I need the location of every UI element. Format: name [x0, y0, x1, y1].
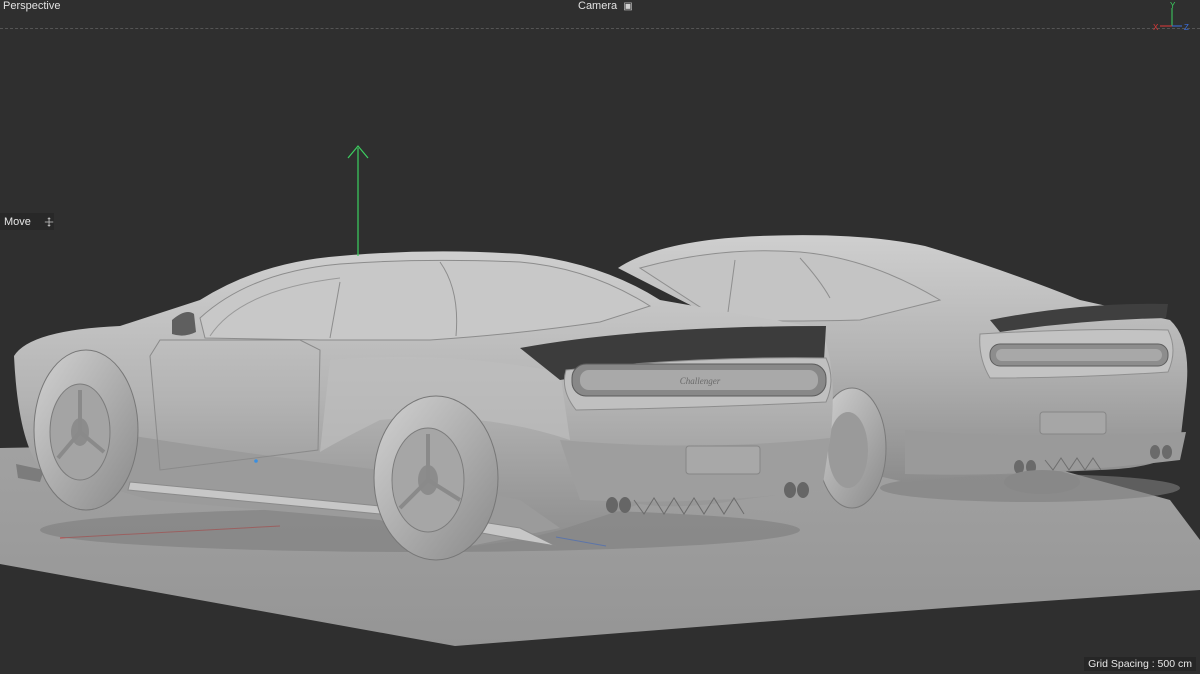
axis-y-label: Y: [1170, 1, 1176, 10]
active-tool-panel[interactable]: Move: [0, 213, 54, 230]
scene-render[interactable]: Challenger: [0, 0, 1200, 674]
camera-menu[interactable]: Camera ▣: [578, 0, 633, 12]
axis-orientation-gizmo: Y X Z: [1153, 1, 1189, 32]
viewport-safe-frame: [0, 28, 1200, 29]
move-gizmo-y-arrow[interactable]: [347, 145, 369, 256]
move-crosshair-icon[interactable]: [44, 216, 54, 228]
camera-label: Camera: [578, 0, 618, 12]
grid-spacing-readout: Grid Spacing : 500 cm: [1084, 657, 1196, 671]
view-name-label[interactable]: Perspective: [3, 0, 60, 12]
active-tool-label: Move: [4, 215, 31, 228]
axis-z-label: Z: [1184, 23, 1189, 32]
trunk-badge: Challenger: [680, 376, 721, 386]
axis-x-label: X: [1153, 23, 1159, 32]
3d-viewport[interactable]: Challenger Perspective Camera ▣ Move Y X…: [0, 0, 1200, 674]
camera-icon: ▣: [623, 1, 633, 12]
